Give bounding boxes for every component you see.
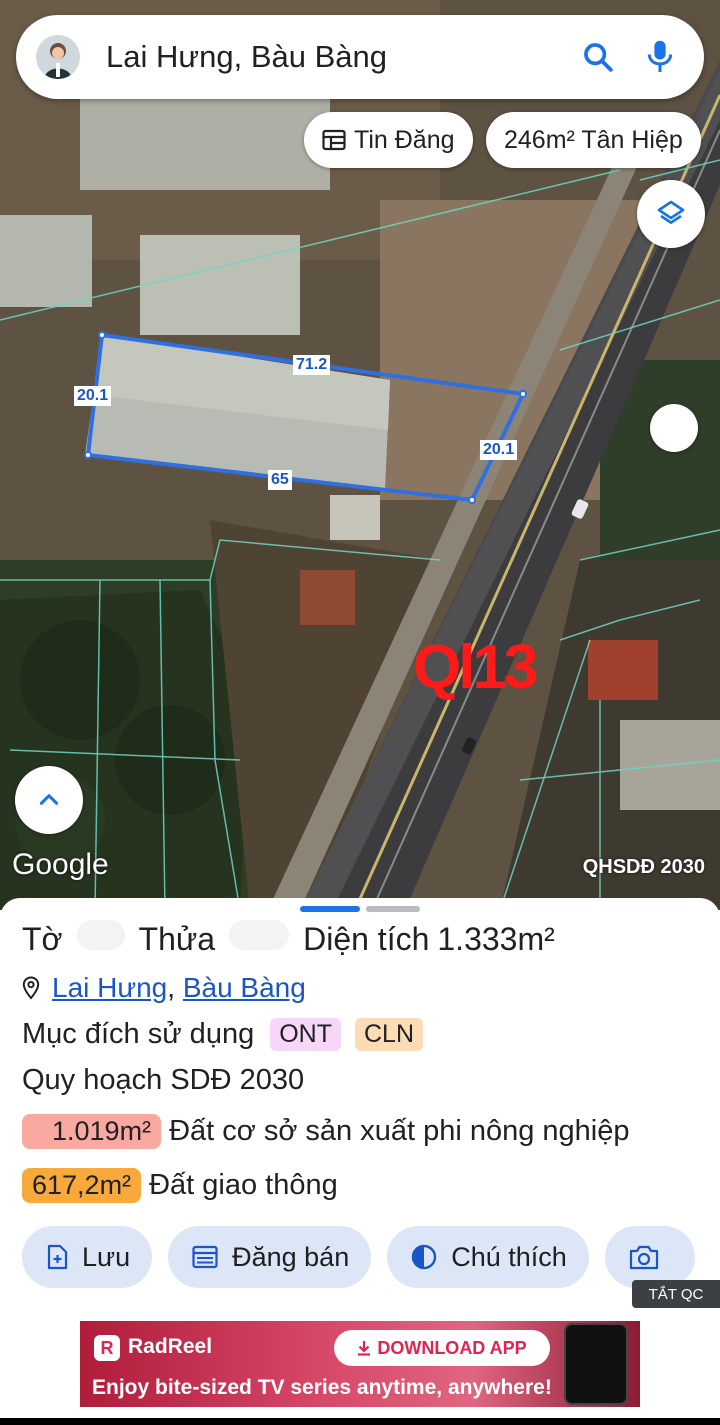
- chip-area-listing[interactable]: 246m² Tân Hiệp: [486, 112, 701, 168]
- parcel-header: Tờ Thửa Diện tích 1.333m²: [22, 920, 555, 958]
- plot-number-redacted: [229, 920, 290, 950]
- parcel-dimension-bottom: 65: [268, 470, 292, 490]
- layers-button[interactable]: [637, 180, 705, 248]
- sheet-number-redacted: [76, 920, 125, 950]
- save-icon: [46, 1244, 68, 1270]
- ad-brand: RadReel: [128, 1335, 213, 1358]
- zone-description: Đất giao thông: [149, 1169, 338, 1201]
- zone-row: 617,2m² Đất giao thông: [22, 1168, 338, 1203]
- parcel-info-sheet: Tờ Thửa Diện tích 1.333m² Lai Hưng , Bàu…: [0, 898, 720, 1425]
- search-bar[interactable]: Lai Hưng, Bàu Bàng: [16, 15, 704, 99]
- ad-phone-image: [564, 1323, 628, 1405]
- ad-banner[interactable]: R RadReel DOWNLOAD APP Enjoy bite-sized …: [80, 1321, 640, 1407]
- listing-icon: [322, 129, 346, 151]
- sheet-handle-inactive[interactable]: [366, 906, 420, 912]
- chip-listings-label: Tin Đăng: [354, 125, 455, 154]
- expand-button[interactable]: [15, 766, 83, 834]
- location-separator: ,: [167, 972, 183, 1003]
- chevron-up-icon: [39, 794, 59, 805]
- save-button[interactable]: Lưu: [22, 1226, 153, 1288]
- plan-label: Quy hoạch SDĐ 2030: [22, 1064, 305, 1096]
- microphone-icon[interactable]: [638, 35, 682, 79]
- action-buttons: Lưu Đăng bán Chú thích: [22, 1226, 695, 1288]
- layers-icon: [657, 200, 685, 224]
- zone-area-badge: 617,2m²: [22, 1168, 142, 1203]
- avatar[interactable]: [36, 35, 80, 79]
- plot-number-label: Thửa: [138, 921, 216, 957]
- sheet-handle-active[interactable]: [300, 906, 360, 912]
- ad-cta-label: DOWNLOAD APP: [377, 1337, 527, 1358]
- land-use-purpose: Mục đích sử dụng ONT CLN: [22, 1018, 423, 1051]
- location-pin-icon: [22, 976, 40, 1000]
- zone-area-badge: 1.019m²: [22, 1114, 162, 1149]
- area-label: Diện tích: [303, 921, 430, 957]
- sheet-number-label: Tờ: [22, 921, 63, 957]
- compare-handle[interactable]: [650, 404, 698, 452]
- parcel-location: Lai Hưng , Bàu Bàng: [22, 972, 306, 1004]
- parcel-dimension-top: 71.2: [293, 355, 331, 375]
- download-icon: [357, 1340, 371, 1356]
- chip-area-listing-label: 246m² Tân Hiệp: [504, 125, 683, 154]
- calendar-icon: [192, 1245, 218, 1269]
- purpose-tag-ont: ONT: [270, 1018, 341, 1051]
- ad-tagline: Enjoy bite-sized TV series anytime, anyw…: [92, 1376, 552, 1399]
- chip-listings[interactable]: Tin Đăng: [304, 112, 473, 168]
- bottom-edge: [0, 1418, 720, 1425]
- post-for-sale-label: Đăng bán: [232, 1241, 350, 1272]
- legend-button-label: Chú thích: [451, 1241, 567, 1272]
- layer-name-label: QHSDĐ 2030: [582, 856, 705, 878]
- road-label: Ql13: [413, 633, 538, 702]
- camera-icon: [629, 1244, 659, 1270]
- location-commune-link[interactable]: Lai Hưng: [52, 972, 167, 1004]
- save-button-label: Lưu: [82, 1241, 131, 1272]
- google-attribution: Google: [12, 848, 109, 881]
- parcel-dimension-left: 20.1: [74, 386, 112, 406]
- zone-row: 1.019m² Đất cơ sở sản xuất phi nông nghi…: [22, 1114, 630, 1149]
- purpose-label: Mục đích sử dụng: [22, 1018, 255, 1050]
- legend-icon: [411, 1244, 437, 1270]
- photo-button[interactable]: [604, 1226, 695, 1288]
- location-district-link[interactable]: Bàu Bàng: [183, 972, 306, 1004]
- search-icon[interactable]: [576, 35, 620, 79]
- ad-download-button[interactable]: DOWNLOAD APP: [334, 1330, 550, 1366]
- area-value: 1.333m²: [437, 921, 555, 957]
- zone-description: Đất cơ sở sản xuất phi nông nghiệp: [169, 1115, 630, 1147]
- post-for-sale-button[interactable]: Đăng bán: [168, 1226, 372, 1288]
- legend-button[interactable]: Chú thích: [387, 1226, 589, 1288]
- close-ads-button[interactable]: TẮT QC: [632, 1280, 720, 1308]
- map-view[interactable]: 71.2 20.1 20.1 65 Ql13 Lai Hưng, Bàu Bàn…: [0, 0, 720, 910]
- radreel-logo-icon: R: [94, 1335, 120, 1361]
- purpose-tag-cln: CLN: [354, 1018, 423, 1051]
- parcel-dimension-right: 20.1: [480, 440, 518, 460]
- search-input[interactable]: Lai Hưng, Bàu Bàng: [106, 39, 558, 75]
